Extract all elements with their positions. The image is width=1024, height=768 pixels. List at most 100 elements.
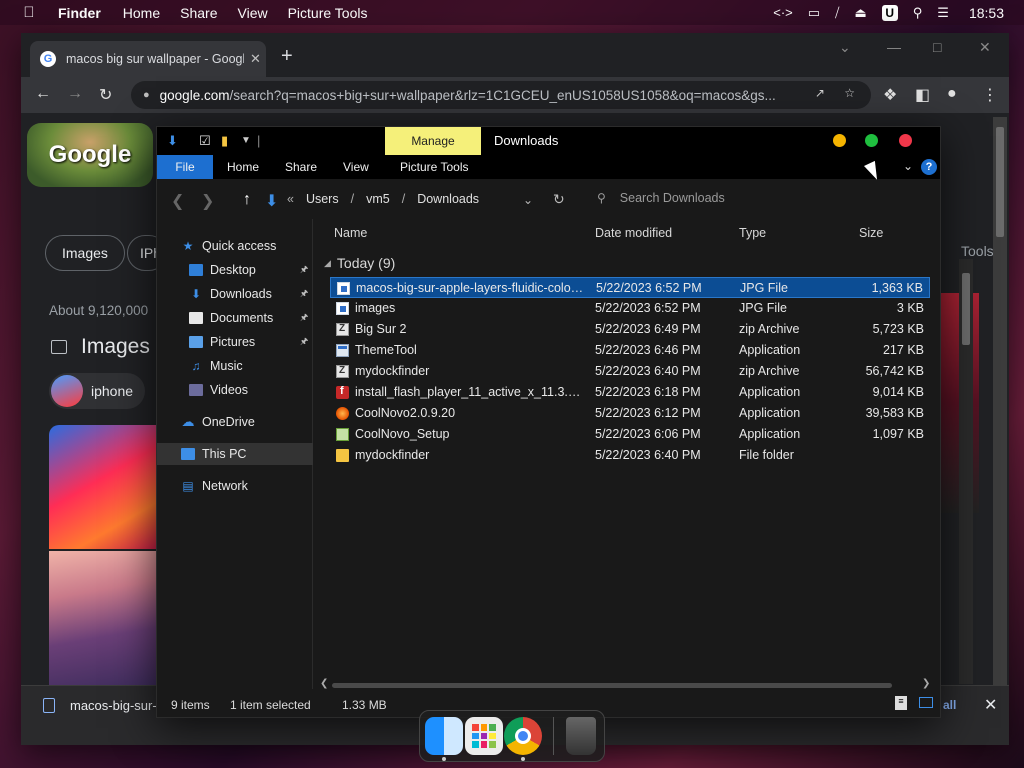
iphone-suggestion-chip[interactable]: iphone [49,373,145,409]
close-button[interactable] [899,134,912,147]
tab-home[interactable]: Home [227,155,259,179]
breadcrumb-users[interactable]: Users [306,192,339,206]
u-app-icon[interactable]: U [881,4,898,21]
menu-picture-tools[interactable]: Picture Tools [288,5,368,21]
tab-search-icon[interactable]: ⌄ [839,39,851,56]
download-item-name[interactable]: macos-big-sur- [70,698,157,713]
recent-locations-chevron-icon[interactable]: ⌄ [523,193,533,207]
trash-icon[interactable] [566,717,596,755]
tab-view[interactable]: View [343,155,369,179]
properties-icon[interactable]: ☑ [199,133,211,149]
file-row[interactable]: Big Sur 2 5/22/2023 6:49 PM zip Archive 5,7… [330,319,930,340]
launchpad-icon[interactable] [465,717,503,755]
nav-downloads[interactable]: ⬇ Downloads 🖈 [157,283,313,305]
menu-share[interactable]: Share [180,5,217,21]
column-header-type[interactable]: Type [739,226,766,240]
new-folder-icon[interactable]: ▮ [221,133,228,149]
file-row[interactable]: CoolNovo_Setup 5/22/2023 6:06 PM Applicati… [330,424,930,445]
large-icons-view-icon[interactable] [919,697,933,708]
apple-icon[interactable]:  [0,4,58,21]
tab-share[interactable]: Share [285,155,317,179]
back-icon[interactable]: ← [35,85,51,103]
browser-tab[interactable]: G macos big sur wallpaper - Google Searc… [30,41,266,77]
breadcrumb-vm5[interactable]: vm5 [366,192,390,206]
chip-images[interactable]: Images [45,235,125,271]
profile-icon[interactable]: ● [947,85,957,103]
minimize-icon[interactable]: — [887,39,901,55]
finder-icon[interactable] [425,717,463,755]
file-row[interactable]: mydockfinder 5/22/2023 6:40 PM File folder [330,445,930,466]
display-icon[interactable]: ▭ [808,5,820,21]
search-downloads-input[interactable]: ⚲ Search Downloads [597,191,725,205]
customize-quick-access-icon[interactable]: ▼ [241,135,251,146]
file-row[interactable]: CoolNovo2.0.9.20 5/22/2023 6:12 PM Applica… [330,403,930,424]
code-icon[interactable]: <·> [773,5,793,20]
url-text[interactable]: google.com/search?q=macos+big+sur+wallpa… [160,88,800,103]
column-header-size[interactable]: Size [859,226,883,240]
omnibox[interactable]: ● google.com/search?q=macos+big+sur+wall… [131,81,871,109]
sidebar-icon[interactable]: ◧ [915,85,930,105]
extensions-icon[interactable]: ❖ [883,85,897,105]
menu-bar-clock[interactable]: 18:53 [969,5,1004,21]
tab-picture-tools[interactable]: Picture Tools [400,155,468,179]
nav-network[interactable]: ▤ Network [157,475,313,497]
file-row[interactable]: install_flash_player_11_active_x_11.3.30… [330,382,930,403]
group-header-today[interactable]: ◢ Today (9) [324,255,395,271]
nav-this-pc[interactable]: This PC [157,443,313,465]
scrollbar-thumb[interactable] [332,683,892,688]
back-icon[interactable]: ❮ [171,191,184,211]
tab-file[interactable]: File [157,155,213,179]
pin-icon[interactable]: 🖈 [300,262,308,278]
refresh-icon[interactable]: ↻ [553,191,565,208]
close-window-icon[interactable]: ✕ [979,39,991,56]
maximize-icon[interactable]: □ [933,39,941,55]
nav-documents[interactable]: Documents 🖈 [157,307,313,329]
file-row[interactable]: ThemeTool 5/22/2023 6:46 PM Application 217… [330,340,930,361]
menu-icon[interactable]: ⋮ [982,85,998,105]
share-icon[interactable]: ↗ [815,86,825,100]
new-tab-icon[interactable]: + [281,45,293,68]
scroll-left-icon[interactable]: ❮ [320,678,328,689]
eject-icon[interactable]: ⏏ [854,5,866,21]
control-center-icon[interactable]: ☰ [937,5,949,21]
file-row[interactable]: images 5/22/2023 6:52 PM JPG File 3 KB [330,298,930,319]
column-header-date[interactable]: Date modified [595,226,672,240]
page-scrollbar[interactable] [993,117,1007,692]
file-row[interactable]: mydockfinder 5/22/2023 6:40 PM zip Archive… [330,361,930,382]
download-arrow-icon[interactable]: ⬇ [167,133,178,149]
file-list-horizontal-scrollbar[interactable]: ❮ ❯ [320,678,932,689]
nav-pictures[interactable]: Pictures 🖈 [157,331,313,353]
file-row[interactable]: macos-big-sur-apple-layers-fluidic-color… [330,277,930,298]
breadcrumb-downloads[interactable]: Downloads [417,192,479,206]
nav-music[interactable]: ♫ Music [157,355,313,377]
show-all-downloads-link[interactable]: all [943,698,956,712]
details-view-icon[interactable]: ≡ [895,696,907,710]
page-scrollbar-thumb[interactable] [996,127,1004,237]
chrome-icon[interactable] [504,717,542,755]
reload-icon[interactable]: ↻ [99,85,112,105]
wallpaper-thumbnail-2[interactable] [49,551,157,691]
expand-ribbon-icon[interactable]: ⌄ [903,159,913,173]
menu-view[interactable]: View [238,5,268,21]
pin-icon[interactable]: 🖈 [300,334,308,350]
star-icon[interactable]: ☆ [844,86,855,100]
nav-desktop[interactable]: Desktop 🖈 [157,259,313,281]
column-header-name[interactable]: Name [334,226,367,240]
menu-app-finder[interactable]: Finder [58,5,101,21]
breadcrumb-overflow-icon[interactable]: « [287,192,294,206]
pin-icon[interactable]: 🖈 [300,286,308,302]
mute-icon[interactable]: ⧸ [835,5,839,21]
tools-button[interactable]: Tools [961,243,994,259]
nav-onedrive[interactable]: ☁ OneDrive [157,411,313,433]
lock-icon[interactable]: ● [143,89,150,101]
help-icon[interactable]: ? [921,159,937,175]
nav-videos[interactable]: Videos [157,379,313,401]
pin-icon[interactable]: 🖈 [300,310,308,326]
up-icon[interactable]: ↑ [243,191,251,209]
close-download-bar-icon[interactable]: ✕ [984,695,997,715]
image-panel-scrollbar[interactable] [959,259,973,684]
search-icon[interactable]: ⚲ [913,5,923,21]
manage-contextual-tab[interactable]: Manage [385,127,481,155]
wallpaper-thumbnail-1[interactable] [49,425,157,549]
image-panel-scrollbar-thumb[interactable] [962,273,970,345]
